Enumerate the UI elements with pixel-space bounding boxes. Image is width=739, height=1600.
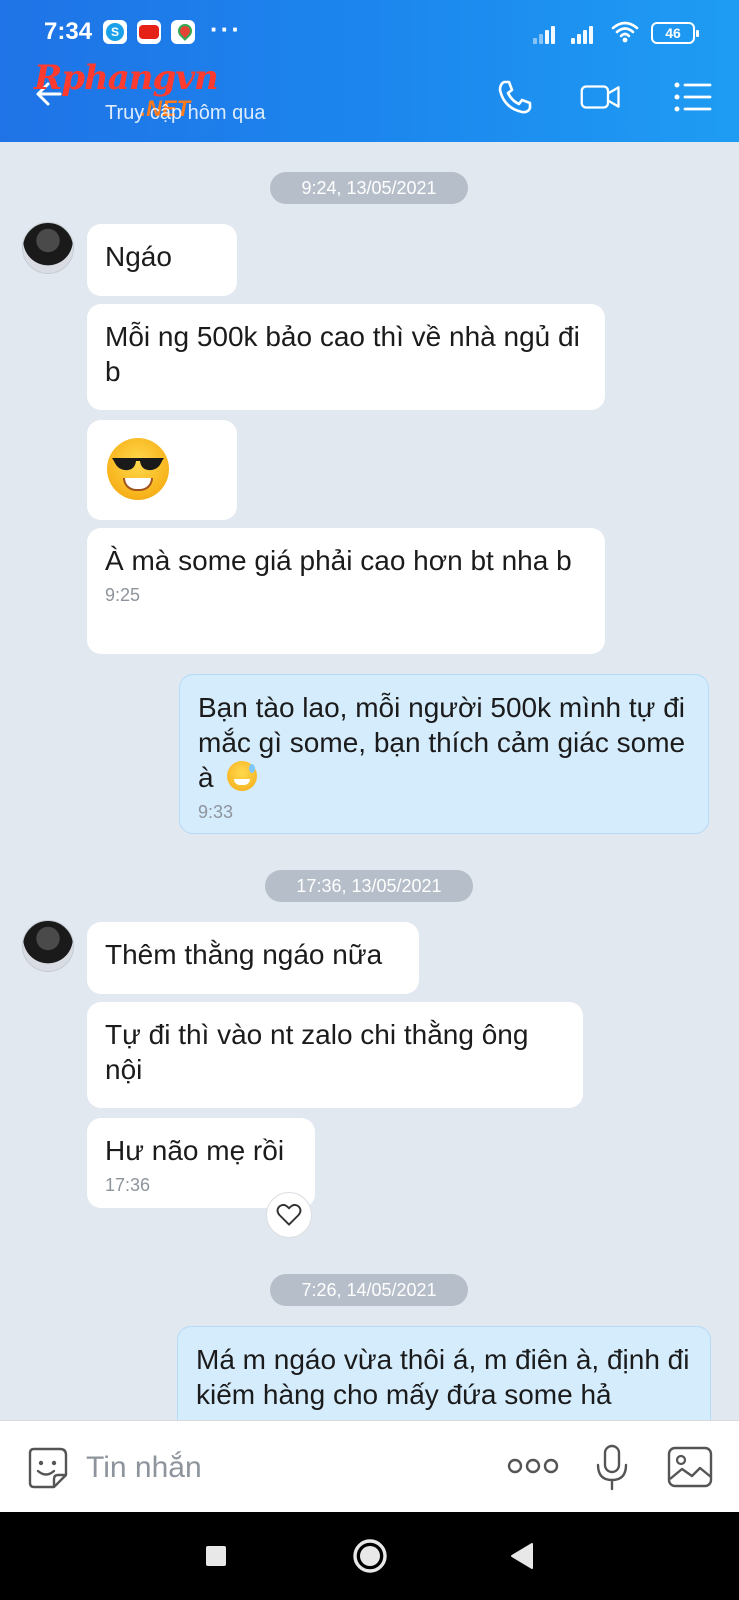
message-bubble[interactable]: Thêm thằng ngáo nữa (87, 922, 419, 994)
chat-header: Rphangvn .NET Truy cập hôm qua (0, 52, 739, 142)
message-bubble[interactable]: Tự đi thì vào nt zalo chi thằng ông nội (87, 1002, 583, 1108)
date-separator: 7:26, 14/05/2021 (270, 1274, 468, 1306)
microphone-icon[interactable] (594, 1443, 630, 1493)
watermark-logo: Rphangvn (34, 58, 219, 98)
message-bubble[interactable]: Ngáo (87, 224, 237, 296)
message-text: Mỗi ng 500k bảo cao thì về nhà ngủ đi b (105, 321, 580, 387)
message-text: Thêm thằng ngáo nữa (105, 939, 383, 970)
menu-list-icon[interactable] (672, 76, 714, 118)
message-composer (0, 1420, 739, 1512)
battery-icon: 46 (651, 22, 699, 44)
avatar[interactable] (22, 920, 74, 972)
video-call-icon[interactable] (580, 76, 622, 118)
recent-apps-icon[interactable] (192, 1532, 240, 1580)
heart-reaction-icon[interactable] (266, 1192, 312, 1238)
avatar[interactable] (22, 222, 74, 274)
youtube-icon (137, 20, 161, 44)
message-text: Tự đi thì vào nt zalo chi thằng ông nội (105, 1019, 529, 1085)
message-time: 9:33 (198, 802, 234, 822)
message-input[interactable] (86, 1449, 466, 1487)
more-options-icon[interactable] (506, 1451, 560, 1481)
message-text: Bạn tào lao, mỗi người 500k mình tự đi m… (198, 692, 686, 793)
sent-message-bubble[interactable]: Bạn tào lao, mỗi người 500k mình tự đi m… (179, 674, 709, 834)
image-gallery-icon[interactable] (666, 1445, 714, 1489)
sticker-message[interactable] (87, 420, 237, 520)
date-separator: 9:24, 13/05/2021 (270, 172, 468, 204)
signal-icon (533, 22, 561, 44)
date-separator: 17:36, 13/05/2021 (265, 870, 473, 902)
message-text: À mà some giá phải cao hơn bt nha b (105, 545, 572, 576)
message-text: Ngáo (105, 241, 172, 272)
message-time: 17:36 (105, 1175, 151, 1195)
phone-call-icon[interactable] (494, 76, 536, 118)
sticker-icon[interactable] (24, 1445, 70, 1491)
message-text: Hư não mẹ rồi (105, 1135, 285, 1166)
wifi-icon (611, 21, 639, 43)
google-maps-icon (171, 20, 195, 44)
message-list[interactable]: 9:24, 13/05/2021 Ngáo Mỗi ng 500k bảo ca… (0, 142, 739, 1420)
sent-message-bubble[interactable]: Má m ngáo vừa thôi á, m điên à, định đi … (177, 1326, 711, 1420)
sunglasses-emoji-icon (107, 438, 169, 500)
last-seen-status: Truy cập hôm qua (105, 102, 266, 124)
message-bubble[interactable]: Mỗi ng 500k bảo cao thì về nhà ngủ đi b (87, 304, 605, 410)
grinning-sweat-emoji-icon (227, 761, 258, 791)
top-bar: 7:34 ··· 46 Rphangvn .NET Truy cập hôm q… (0, 0, 739, 142)
back-icon[interactable] (498, 1532, 546, 1580)
status-time: 7:34 (44, 18, 93, 45)
system-navigation-bar (0, 1512, 739, 1600)
message-bubble[interactable]: À mà some giá phải cao hơn bt nha b 9:25 (87, 528, 605, 654)
signal-icon (571, 22, 599, 44)
home-icon[interactable] (346, 1532, 394, 1580)
status-bar: 7:34 ··· 46 (0, 0, 739, 52)
more-notifications-icon: ··· (210, 14, 242, 44)
skype-icon (103, 20, 127, 44)
message-time: 9:25 (105, 585, 141, 605)
message-text: Má m ngáo vừa thôi á, m điên à, định đi … (196, 1344, 690, 1410)
